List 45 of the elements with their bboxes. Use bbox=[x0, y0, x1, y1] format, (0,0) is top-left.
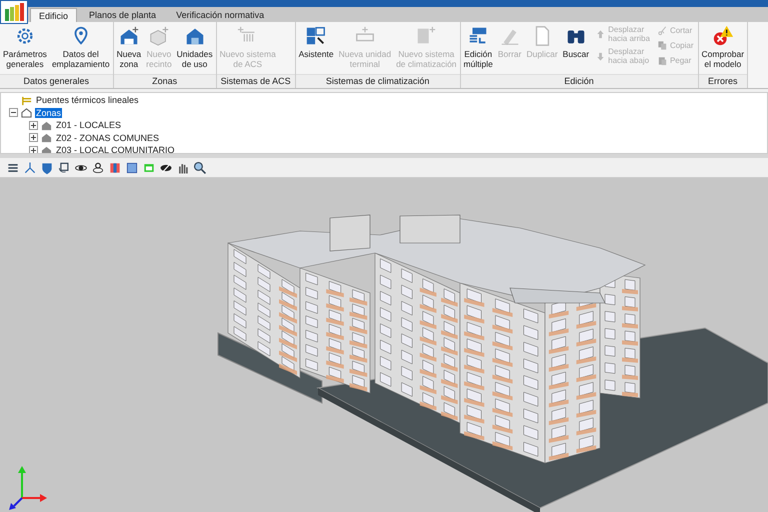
minus-expander-icon[interactable] bbox=[9, 108, 18, 118]
ribbon-button[interactable]: Nueva zona bbox=[114, 24, 144, 74]
rotate-cube-icon[interactable] bbox=[57, 160, 71, 174]
tree-item[interactable]: Z03 - LOCAL COMUNITARIO bbox=[55, 145, 176, 153]
house-outline-icon bbox=[21, 107, 32, 118]
ribbon-button[interactable]: Asistente bbox=[296, 24, 336, 74]
plus-expander-icon[interactable] bbox=[29, 133, 38, 142]
ribbon-button[interactable]: Datos del emplazamiento bbox=[50, 24, 112, 74]
zoom-icon[interactable] bbox=[193, 160, 207, 174]
frame-icon[interactable] bbox=[125, 160, 139, 174]
app-logo[interactable] bbox=[0, 0, 28, 24]
tree-item[interactable]: Z01 - LOCALES bbox=[55, 120, 122, 130]
group-label: Sistemas de climatización bbox=[296, 74, 460, 88]
ribbon-tab[interactable]: Planos de planta bbox=[81, 8, 164, 22]
group-label: Sistemas de ACS bbox=[216, 74, 295, 88]
tree-item[interactable]: Zonas bbox=[35, 108, 62, 118]
hidden-eye-icon[interactable] bbox=[159, 160, 173, 174]
plus-expander-icon[interactable] bbox=[29, 120, 38, 130]
ribbon-button[interactable]: Parámetros generales bbox=[1, 24, 49, 74]
paste-icon bbox=[656, 55, 668, 66]
group-label: Errores bbox=[698, 74, 748, 88]
group-label: Zonas bbox=[114, 74, 216, 88]
group-label: Edición bbox=[460, 74, 698, 88]
wizard-icon bbox=[305, 25, 328, 47]
ribbon-button[interactable]: Unidades de uso bbox=[174, 24, 215, 74]
ribbon-button[interactable]: Edición múltiple bbox=[462, 24, 495, 74]
tree-item[interactable]: Z02 - ZONAS COMUNES bbox=[55, 132, 160, 143]
scissors-icon bbox=[656, 25, 668, 36]
up-arrow-icon bbox=[595, 28, 606, 40]
ribbon-button[interactable]: Comprobar el modelo bbox=[700, 24, 746, 74]
plus-expander-icon[interactable] bbox=[29, 146, 38, 153]
shield-icon[interactable] bbox=[40, 160, 54, 174]
copy-icon bbox=[656, 40, 668, 51]
down-arrow-icon bbox=[595, 50, 606, 62]
axes-icon[interactable] bbox=[23, 160, 37, 174]
error-warning-icon bbox=[712, 25, 734, 47]
ribbon-tab[interactable]: Edificio bbox=[30, 8, 78, 22]
box-plus-icon bbox=[148, 25, 170, 47]
ribbon-button[interactable]: Buscar bbox=[560, 24, 592, 74]
group-label: Datos generales bbox=[0, 74, 113, 88]
panel-icon[interactable] bbox=[108, 160, 122, 174]
tree-item[interactable]: Puentes térmicos lineales bbox=[35, 95, 140, 106]
ribbon-tab[interactable]: Verificación normativa bbox=[168, 8, 272, 22]
orbit-icon[interactable] bbox=[91, 160, 105, 174]
axis-gizmo-drawing bbox=[9, 466, 47, 510]
